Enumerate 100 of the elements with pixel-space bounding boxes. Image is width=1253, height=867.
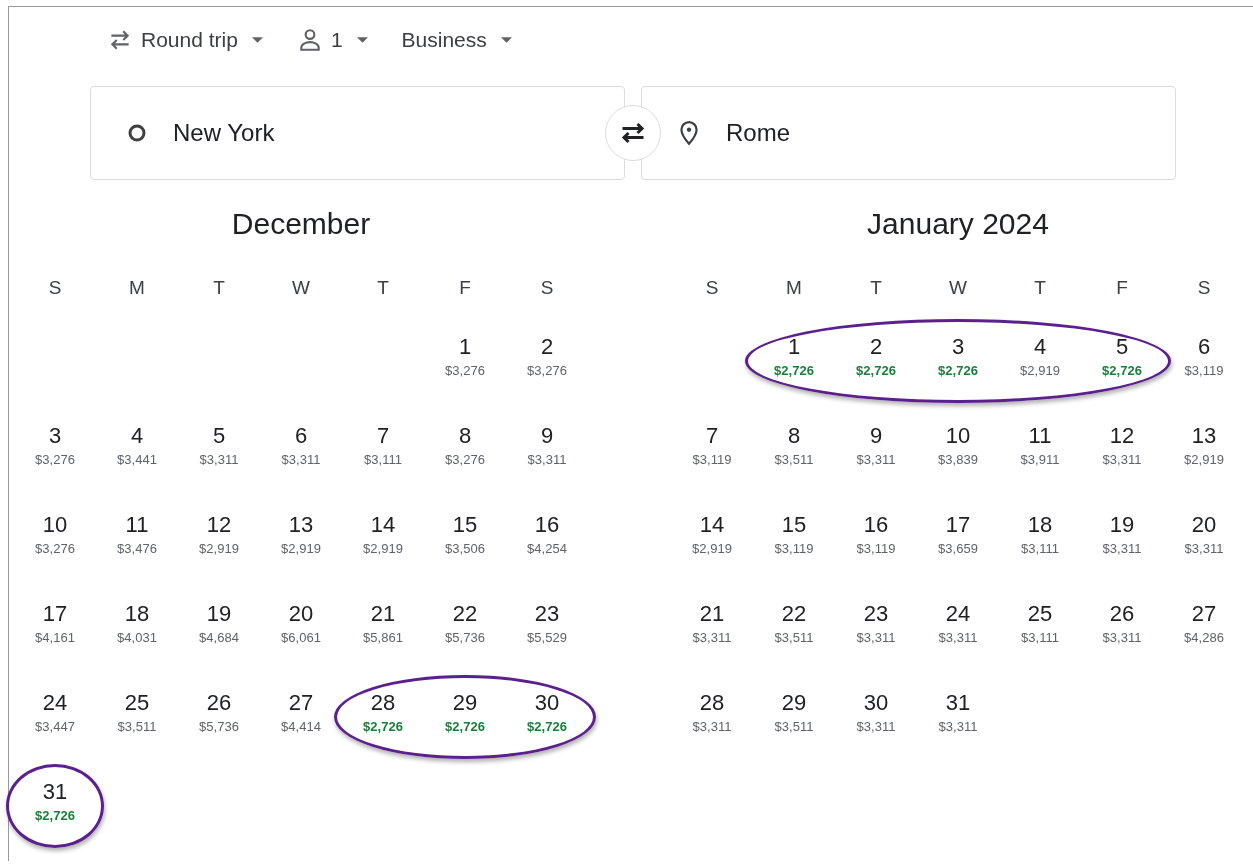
- day-cell[interactable]: 8 $3,276: [424, 392, 506, 481]
- day-cell[interactable]: 16 $3,119: [835, 481, 917, 570]
- day-cell[interactable]: 20 $3,311: [1163, 481, 1245, 570]
- day-cell[interactable]: 11 $3,911: [999, 392, 1081, 481]
- day-cell[interactable]: 29 $3,511: [753, 659, 835, 748]
- day-cell[interactable]: 4 $3,441: [96, 392, 178, 481]
- weekday-label: T: [212, 276, 226, 300]
- price-label: $3,119: [692, 451, 732, 469]
- price-label: $3,311: [938, 718, 978, 736]
- day-cell[interactable]: 4 $2,919: [999, 303, 1081, 392]
- day-cell[interactable]: 25 $3,511: [96, 659, 178, 748]
- price-label: $3,111: [364, 451, 402, 469]
- day-cell[interactable]: 23 $3,311: [835, 570, 917, 659]
- day-cell[interactable]: 26 $5,736: [178, 659, 260, 748]
- day-cell[interactable]: 13 $2,919: [1163, 392, 1245, 481]
- price-label: $3,276: [35, 540, 75, 558]
- price-label: $3,311: [856, 451, 896, 469]
- weekday-label: M: [785, 276, 803, 300]
- weekday-label: T: [869, 276, 883, 300]
- price-label: $3,311: [692, 629, 732, 647]
- day-cell[interactable]: 14 $2,919: [342, 481, 424, 570]
- day-cell[interactable]: 10 $3,839: [917, 392, 999, 481]
- day-cell[interactable]: 19 $3,311: [1081, 481, 1163, 570]
- day-cell[interactable]: 6 $3,311: [260, 392, 342, 481]
- price-label: $5,529: [527, 629, 567, 647]
- day-cell[interactable]: 1 $3,276: [424, 303, 506, 392]
- day-cell[interactable]: 15 $3,506: [424, 481, 506, 570]
- day-cell[interactable]: 15 $3,119: [753, 481, 835, 570]
- day-cell[interactable]: 2 $3,276: [506, 303, 588, 392]
- trip-option-dropdown[interactable]: Business: [397, 24, 516, 56]
- weekday-label: W: [291, 276, 311, 300]
- price-label: $3,111: [1021, 540, 1059, 558]
- price-label: $3,839: [938, 451, 978, 469]
- day-cell[interactable]: 30 $3,311: [835, 659, 917, 748]
- day-cell[interactable]: 1 $2,726: [753, 303, 835, 392]
- day-cell[interactable]: 30 $2,726: [506, 659, 588, 748]
- day-cell[interactable]: 17 $3,659: [917, 481, 999, 570]
- day-cell[interactable]: 26 $3,311: [1081, 570, 1163, 659]
- price-label: $3,511: [774, 629, 814, 647]
- day-cell[interactable]: 7 $3,111: [342, 392, 424, 481]
- day-cell[interactable]: 8 $3,511: [753, 392, 835, 481]
- weekday-label: S: [539, 276, 555, 300]
- price-label: $3,276: [445, 451, 485, 469]
- day-cell[interactable]: 23 $5,529: [506, 570, 588, 659]
- day-cell[interactable]: 31 $2,726: [14, 748, 96, 837]
- price-label: $3,476: [117, 540, 157, 558]
- day-cell[interactable]: 10 $3,276: [14, 481, 96, 570]
- day-cell[interactable]: 20 $6,061: [260, 570, 342, 659]
- day-cell[interactable]: 14 $2,919: [671, 481, 753, 570]
- day-cell[interactable]: 6 $3,119: [1163, 303, 1245, 392]
- day-cell[interactable]: 31 $3,311: [917, 659, 999, 748]
- day-cell[interactable]: 9 $3,311: [835, 392, 917, 481]
- weekday-label: M: [128, 276, 146, 300]
- day-cell[interactable]: 3 $3,276: [14, 392, 96, 481]
- price-label: $3,447: [35, 718, 75, 736]
- caret-icon: [356, 37, 368, 43]
- day-cell[interactable]: 25 $3,111: [999, 570, 1081, 659]
- day-cell[interactable]: 18 $4,031: [96, 570, 178, 659]
- day-cell[interactable]: 9 $3,311: [506, 392, 588, 481]
- day-cell[interactable]: 5 $3,311: [178, 392, 260, 481]
- price-label: $3,659: [938, 540, 978, 558]
- day-cell[interactable]: 12 $3,311: [1081, 392, 1163, 481]
- day-cell[interactable]: 3 $2,726: [917, 303, 999, 392]
- trip-option-dropdown[interactable]: Round trip: [103, 23, 267, 57]
- price-label: $2,726: [363, 718, 403, 736]
- day-cell[interactable]: 16 $4,254: [506, 481, 588, 570]
- swap-button[interactable]: [605, 105, 661, 161]
- day-cell[interactable]: 13 $2,919: [260, 481, 342, 570]
- day-cell[interactable]: 24 $3,447: [14, 659, 96, 748]
- price-label: $3,911: [1020, 451, 1060, 469]
- day-cell[interactable]: 5 $2,726: [1081, 303, 1163, 392]
- weekday-label: F: [458, 276, 472, 300]
- price-label: $3,311: [692, 718, 732, 736]
- day-cell[interactable]: 7 $3,119: [671, 392, 753, 481]
- day-cell[interactable]: 21 $5,861: [342, 570, 424, 659]
- day-cell[interactable]: 27 $4,286: [1163, 570, 1245, 659]
- day-cell[interactable]: 19 $4,684: [178, 570, 260, 659]
- day-cell[interactable]: 22 $3,511: [753, 570, 835, 659]
- price-label: $3,511: [117, 718, 157, 736]
- price-label: $3,511: [774, 451, 814, 469]
- day-cell[interactable]: 12 $2,919: [178, 481, 260, 570]
- price-label: $3,511: [774, 718, 814, 736]
- origin-field[interactable]: New York: [90, 86, 625, 180]
- destination-field[interactable]: Rome: [641, 86, 1176, 180]
- caret-icon: [500, 37, 512, 43]
- price-label: $3,119: [856, 540, 896, 558]
- day-cell[interactable]: 2 $2,726: [835, 303, 917, 392]
- day-cell[interactable]: 17 $4,161: [14, 570, 96, 659]
- day-cell[interactable]: 24 $3,311: [917, 570, 999, 659]
- price-label: $2,726: [527, 718, 567, 736]
- day-cell[interactable]: 18 $3,111: [999, 481, 1081, 570]
- day-cell[interactable]: 11 $3,476: [96, 481, 178, 570]
- trip-option-dropdown[interactable]: 1: [292, 23, 372, 57]
- day-cell[interactable]: 29 $2,726: [424, 659, 506, 748]
- day-cell[interactable]: 28 $2,726: [342, 659, 424, 748]
- day-cell[interactable]: 21 $3,311: [671, 570, 753, 659]
- day-cell[interactable]: 28 $3,311: [671, 659, 753, 748]
- day-cell[interactable]: 27 $4,414: [260, 659, 342, 748]
- price-label: $2,726: [445, 718, 485, 736]
- day-cell[interactable]: 22 $5,736: [424, 570, 506, 659]
